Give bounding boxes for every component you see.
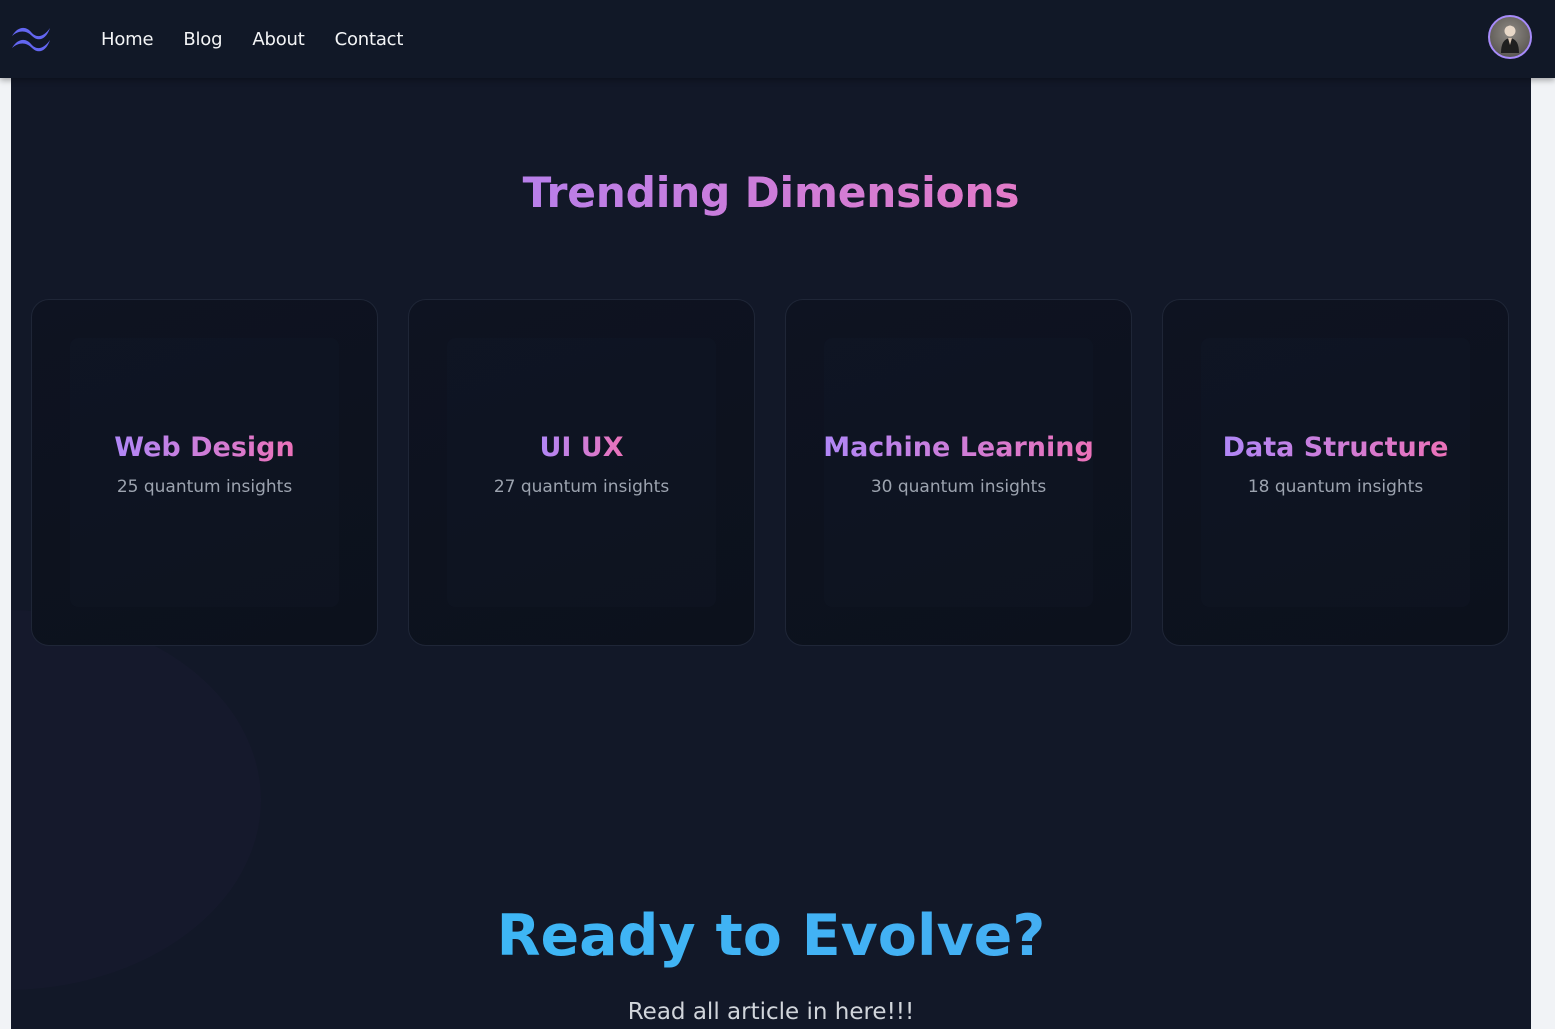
page-frame: Trending Dimensions Web Design 25 quantu…	[11, 0, 1531, 1029]
nav-link-contact[interactable]: Contact	[335, 29, 404, 50]
nav-link-home[interactable]: Home	[101, 29, 154, 50]
card-title: Web Design	[114, 432, 295, 463]
cta-title: Ready to Evolve?	[11, 903, 1531, 969]
trending-title-text: Trending Dimensions	[522, 168, 1020, 217]
card-title: Machine Learning	[823, 432, 1094, 463]
nav-links: Home Blog About Contact	[101, 0, 403, 78]
nav-link-about[interactable]: About	[252, 29, 304, 50]
category-card-ui-ux[interactable]: UI UX 27 quantum insights	[408, 299, 755, 646]
person-icon	[1501, 25, 1519, 53]
nav-link-blog[interactable]: Blog	[183, 29, 222, 50]
cta-subtitle[interactable]: Read all article in here!!!	[11, 999, 1531, 1025]
card-subtitle: 25 quantum insights	[116, 477, 293, 497]
category-cards: Web Design 25 quantum insights UI UX 27 …	[31, 299, 1509, 646]
card-title: UI UX	[539, 432, 624, 463]
category-card-web-design[interactable]: Web Design 25 quantum insights	[31, 299, 378, 646]
card-subtitle: 18 quantum insights	[1247, 477, 1424, 497]
card-subtitle: 27 quantum insights	[493, 477, 670, 497]
navbar: Home Blog About Contact	[0, 0, 1555, 78]
trending-title: Trending Dimensions	[11, 168, 1531, 217]
tailwind-wave-icon[interactable]	[10, 22, 52, 54]
user-avatar[interactable]	[1488, 15, 1532, 59]
category-card-machine-learning[interactable]: Machine Learning 30 quantum insights	[785, 299, 1132, 646]
category-card-data-structure[interactable]: Data Structure 18 quantum insights	[1162, 299, 1509, 646]
card-title: Data Structure	[1222, 432, 1449, 463]
card-subtitle: 30 quantum insights	[870, 477, 1047, 497]
